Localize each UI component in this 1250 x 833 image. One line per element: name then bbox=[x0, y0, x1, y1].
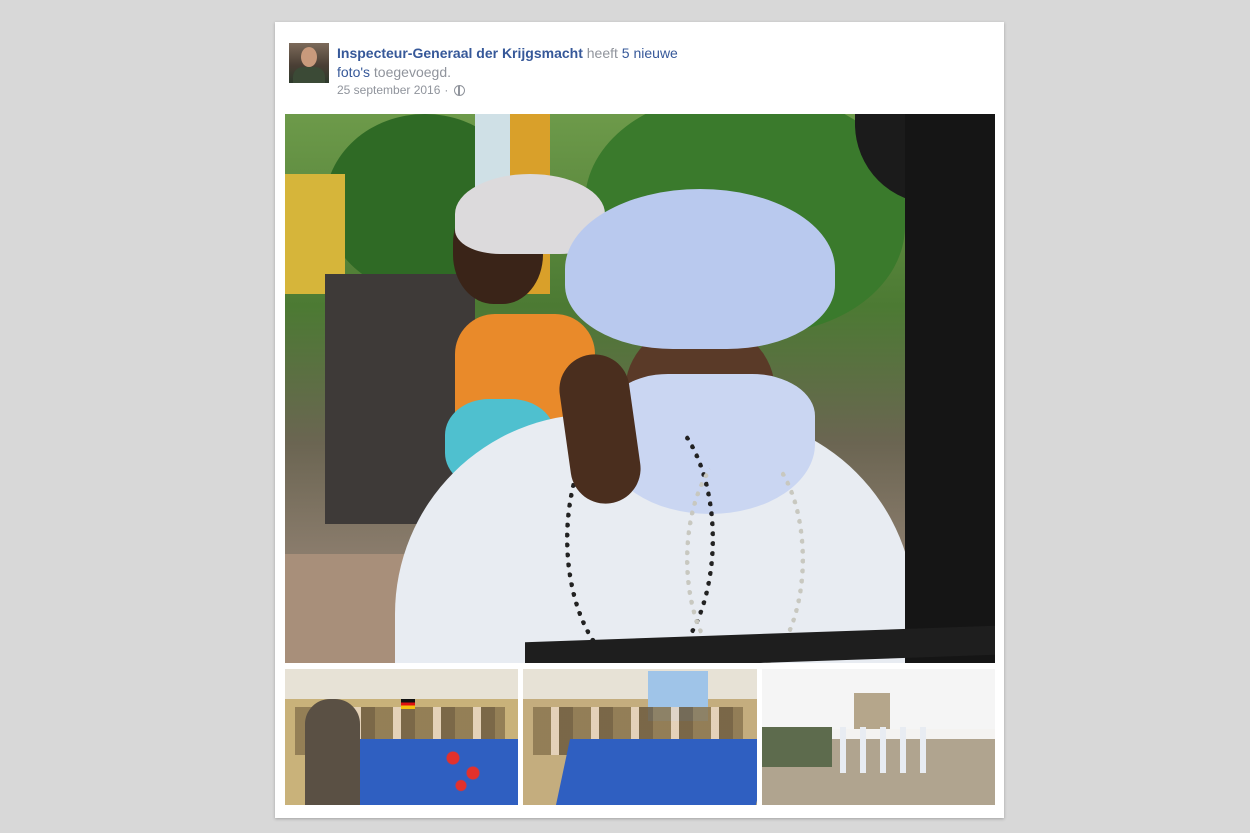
thumbnail-photo-1[interactable] bbox=[285, 669, 518, 805]
thumbnail-photo-2[interactable] bbox=[523, 669, 757, 805]
thumb-people bbox=[832, 727, 932, 773]
new-count-link[interactable]: 5 nieuwe bbox=[622, 45, 678, 61]
post-suffix: toegevoegd. bbox=[373, 64, 451, 80]
thumb-flowers bbox=[445, 743, 485, 793]
post-meta: 25 september 2016 · bbox=[337, 83, 466, 97]
author-avatar[interactable] bbox=[289, 43, 329, 83]
post-verb: heeft bbox=[586, 45, 618, 61]
photos-link[interactable]: foto's bbox=[337, 64, 370, 80]
thumbnail-photo-3[interactable] bbox=[762, 669, 995, 805]
german-flag-icon bbox=[401, 699, 415, 709]
thumb-blue-table bbox=[555, 739, 757, 805]
avatar-uniform bbox=[293, 67, 325, 83]
main-photo[interactable] bbox=[285, 114, 995, 663]
photo-window-frame bbox=[905, 114, 995, 663]
thumb-watchtower bbox=[854, 693, 890, 729]
thumb-ceiling bbox=[285, 669, 518, 699]
thumb-wall bbox=[762, 727, 832, 767]
globe-icon[interactable] bbox=[454, 84, 466, 96]
post-date-link[interactable]: 25 september 2016 bbox=[337, 83, 440, 97]
post-header: Inspecteur-Generaal der Krijgsmacht heef… bbox=[337, 44, 697, 82]
thumb-ceiling bbox=[523, 669, 757, 699]
facebook-post-card: Inspecteur-Generaal der Krijgsmacht heef… bbox=[275, 22, 1004, 818]
thumb-person bbox=[305, 699, 360, 805]
photo-white-beads bbox=[685, 444, 805, 663]
author-name-link[interactable]: Inspecteur-Generaal der Krijgsmacht bbox=[337, 45, 583, 61]
meta-separator: · bbox=[444, 83, 449, 97]
photo-man-turban bbox=[565, 189, 835, 349]
avatar-face bbox=[301, 47, 317, 67]
